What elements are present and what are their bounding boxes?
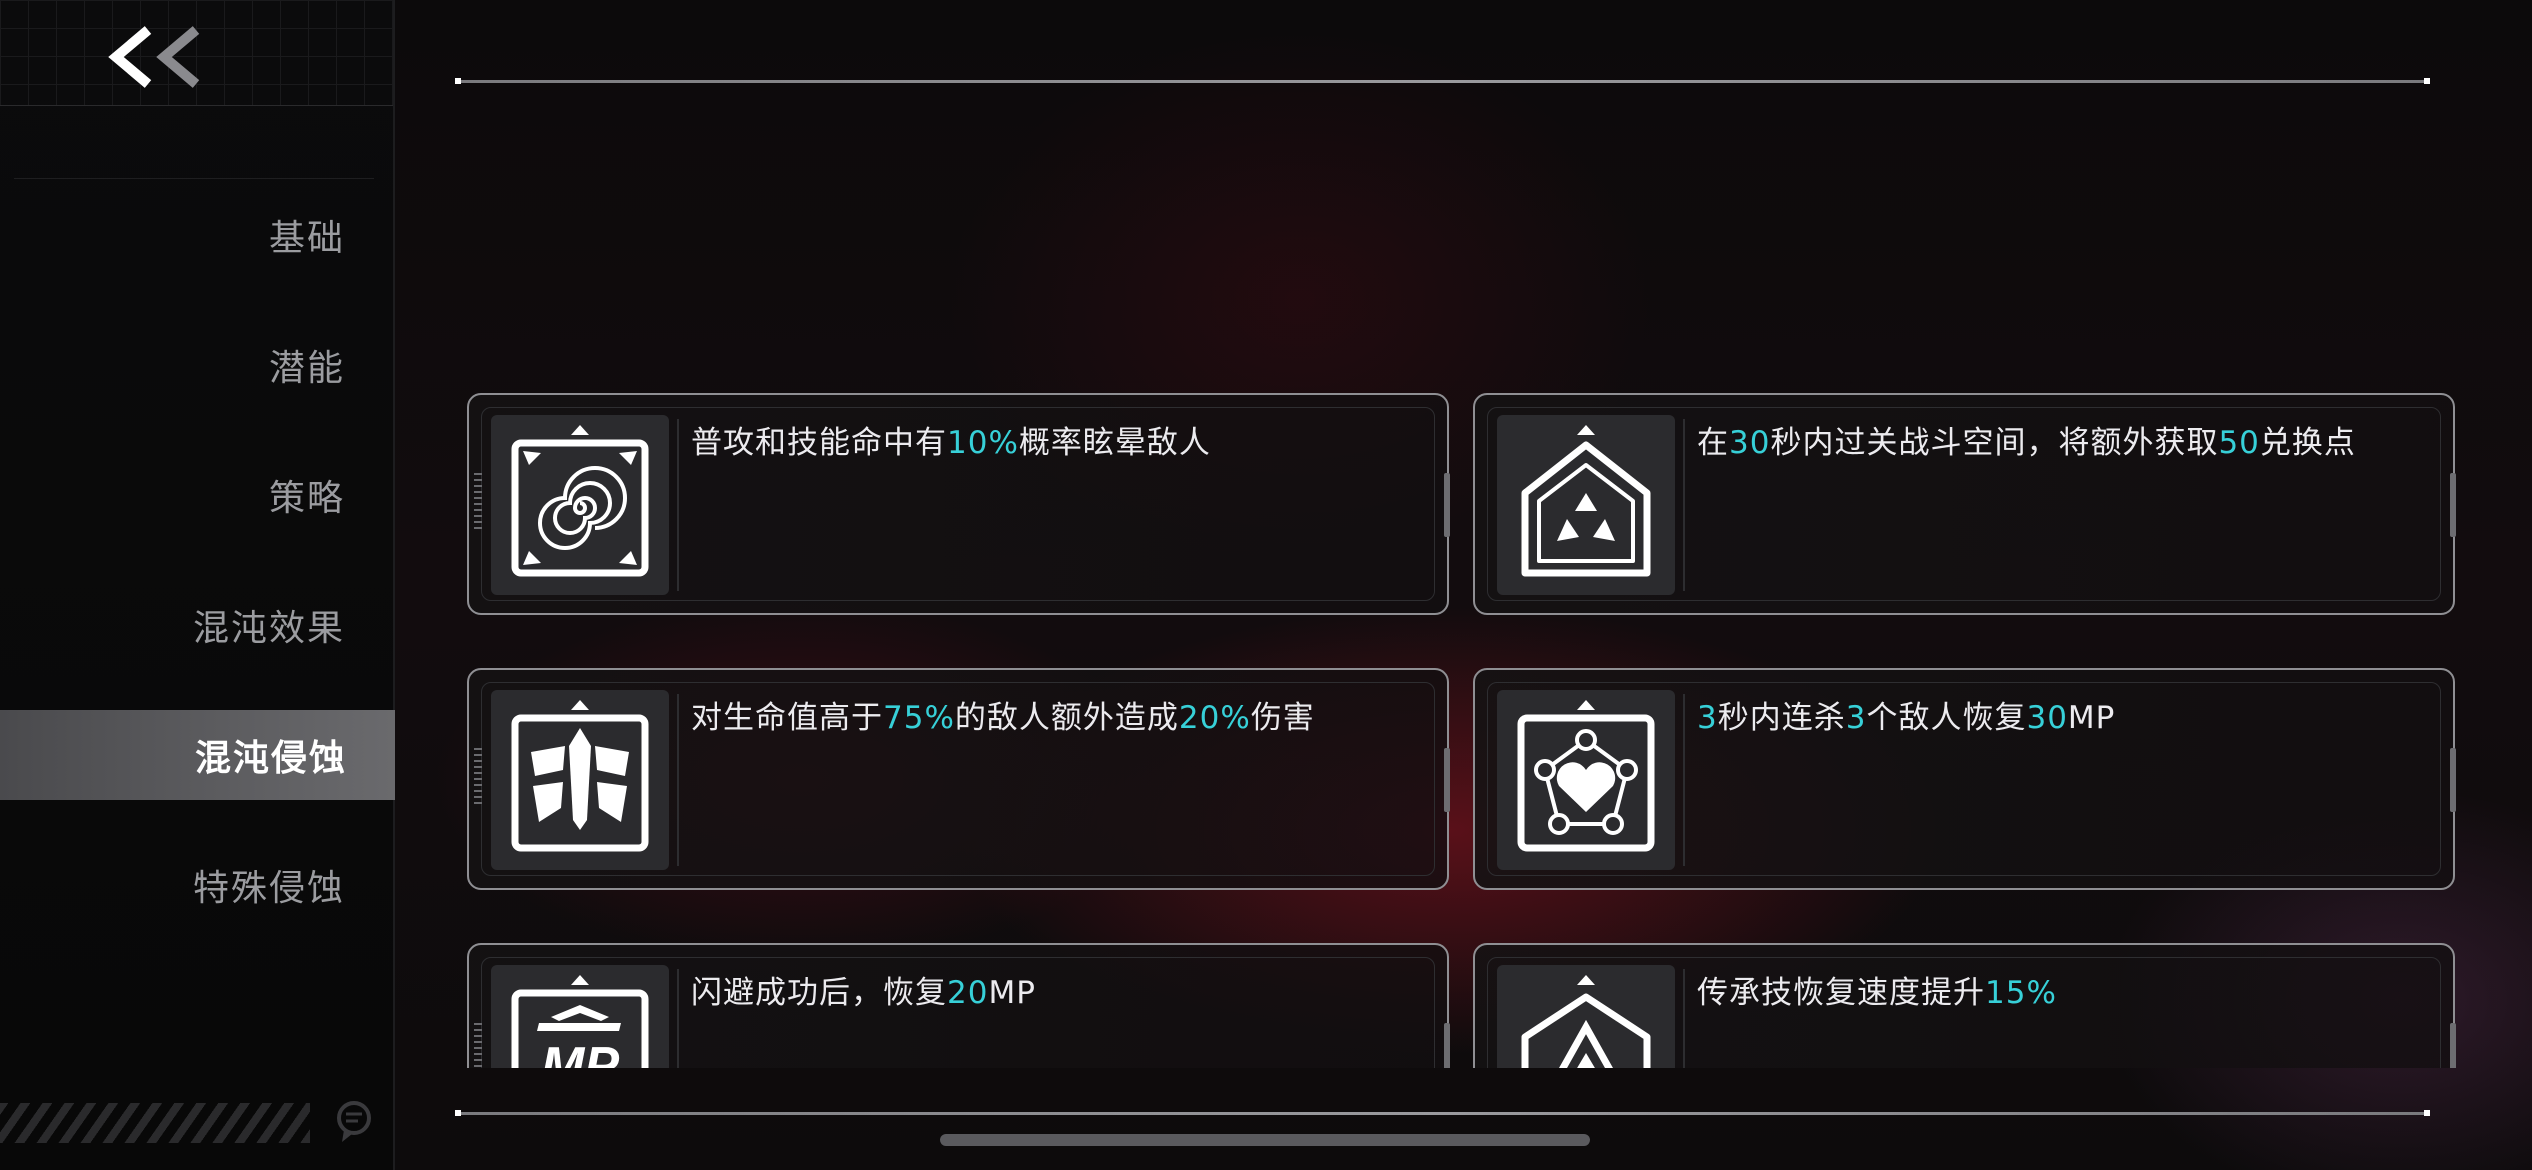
highlight-value: 20% — [1178, 700, 1251, 736]
sidebar-item-chaos-effect[interactable]: 混沌效果 — [0, 580, 393, 670]
card-grip — [474, 473, 482, 531]
sidebar-item-potential[interactable]: 潜能 — [0, 320, 393, 410]
highlight-value: 30 — [1729, 425, 1771, 461]
erosion-card[interactable]: 对生命值高于75%的敌人额外造成20%伤害 — [467, 668, 1450, 890]
spiral-stun-icon — [511, 425, 649, 577]
double-chevron-left-icon — [108, 26, 200, 88]
blade-damage-icon — [511, 700, 649, 852]
description-text: 普攻和技能命中有 — [691, 425, 947, 461]
description-text: 的敌人额外造成 — [954, 700, 1179, 736]
card-divider — [1683, 419, 1685, 591]
feedback-icon[interactable] — [332, 1100, 376, 1144]
description-text: 闪避成功后，恢复 — [691, 975, 947, 1011]
card-description: 普攻和技能命中有10%概率眩晕敌人 — [691, 423, 1427, 463]
card-icon-plate — [1497, 965, 1675, 1068]
highlight-value: 10% — [947, 425, 1019, 461]
back-button[interactable] — [108, 22, 208, 92]
card-icon-plate: MP — [491, 965, 669, 1068]
house-trefoil-icon — [1521, 425, 1651, 577]
card-description: 传承技恢复速度提升15% — [1697, 973, 2433, 1013]
card-divider — [1683, 969, 1685, 1068]
nav-divider — [14, 178, 374, 179]
erosion-card-list[interactable]: 普攻和技能命中有10%概率眩晕敌人 在30秒内过关战斗空间，将额外获取50兑换点 — [455, 380, 2465, 1068]
description-text: 对生命值高于 — [691, 700, 883, 736]
description-text: 秒内连杀 — [1717, 700, 1846, 736]
card-description: 在30秒内过关战斗空间，将额外获取50兑换点 — [1697, 423, 2433, 463]
card-side-tick — [1444, 473, 1450, 537]
highlight-value: 3 — [1697, 700, 1718, 736]
card-divider — [677, 969, 679, 1068]
highlight-value: 75% — [883, 700, 955, 736]
sidebar-item-basic[interactable]: 基础 — [0, 190, 393, 280]
description-text: 个敌人恢复 — [1866, 700, 2027, 736]
description-text: 传承技恢复速度提升 — [1697, 975, 1985, 1011]
card-description: 闪避成功后，恢复20MP — [691, 973, 1427, 1013]
card-side-tick — [2450, 473, 2456, 537]
card-side-tick — [1444, 1023, 1450, 1068]
sidebar-item-chaos-erosion[interactable]: 混沌侵蚀 — [0, 710, 395, 800]
sidebar-item-special-erosion[interactable]: 特殊侵蚀 — [0, 840, 393, 930]
heart-combo-icon — [1517, 700, 1655, 852]
svg-text:MP: MP — [541, 1037, 619, 1068]
highlight-value: 50 — [2218, 425, 2260, 461]
sidebar-item-strategy[interactable]: 策略 — [0, 450, 393, 540]
highlight-value: 3 — [1845, 700, 1867, 736]
card-icon-plate — [1497, 415, 1675, 595]
description-text: 概率眩晕敌人 — [1018, 425, 1211, 461]
erosion-card[interactable]: 普攻和技能命中有10%概率眩晕敌人 — [467, 393, 1450, 615]
card-icon-plate — [491, 690, 669, 870]
card-divider — [677, 694, 679, 866]
sidebar: 基础 潜能 策略 混沌效果 混沌侵蚀 特殊侵蚀 — [0, 0, 395, 1170]
erosion-card[interactable]: 3秒内连杀3个敌人恢复30MP — [1473, 668, 2456, 890]
description-text: 在 — [1697, 425, 1729, 461]
card-divider — [1683, 694, 1685, 866]
mp-badge-icon: MP — [511, 975, 649, 1068]
description-text: MP — [2067, 700, 2116, 736]
description-text: 伤害 — [1250, 700, 1315, 736]
card-description: 3秒内连杀3个敌人恢复30MP — [1697, 698, 2433, 738]
card-side-tick — [2450, 748, 2456, 812]
home-indicator[interactable] — [940, 1134, 1590, 1146]
card-description: 对生命值高于75%的敌人额外造成20%伤害 — [691, 698, 1427, 738]
highlight-value: 15% — [1985, 975, 2057, 1011]
highlight-value: 20 — [947, 975, 989, 1011]
description-text: 兑换点 — [2259, 425, 2356, 461]
card-grip — [474, 748, 482, 806]
card-icon-plate — [491, 415, 669, 595]
erosion-card[interactable]: 在30秒内过关战斗空间，将额外获取50兑换点 — [1473, 393, 2456, 615]
erosion-card[interactable]: 传承技恢复速度提升15% — [1473, 943, 2456, 1068]
card-grip — [474, 1023, 482, 1068]
description-text: 秒内过关战斗空间，将额外获取 — [1770, 425, 2219, 461]
highlight-value: 30 — [2026, 700, 2068, 736]
card-side-tick — [1444, 748, 1450, 812]
top-frame-line — [455, 78, 2430, 84]
erosion-card[interactable]: MP 闪避成功后，恢复20MP — [467, 943, 1450, 1068]
card-icon-plate — [1497, 690, 1675, 870]
triangle-skill-icon — [1521, 975, 1651, 1068]
description-text: MP — [988, 975, 1036, 1011]
card-divider — [677, 419, 679, 591]
card-side-tick — [2450, 1023, 2456, 1068]
bottom-frame-line — [455, 1110, 2430, 1116]
decorative-stripes — [0, 1103, 310, 1143]
